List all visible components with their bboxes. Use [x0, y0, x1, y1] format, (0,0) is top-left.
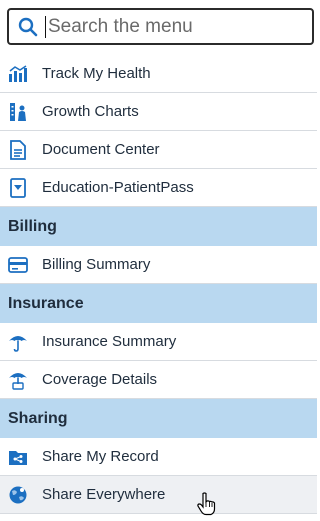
hand-pointer-cursor: [196, 492, 218, 516]
globe-share-icon: [8, 485, 28, 505]
menu-item-label: Document Center: [42, 141, 160, 158]
menu-item-coverage-details[interactable]: Coverage Details: [0, 361, 317, 399]
menu-item-label: Share My Record: [42, 448, 159, 465]
menu-item-label: Billing Summary: [42, 256, 151, 273]
menu-item-label: Growth Charts: [42, 103, 139, 120]
umbrella-details-icon: [8, 370, 28, 390]
section-header-billing: Billing: [0, 207, 317, 246]
search-input[interactable]: Search the menu: [48, 16, 193, 38]
umbrella-icon: [8, 332, 28, 352]
section-header-sharing: Sharing: [0, 399, 317, 438]
menu-item-label: Insurance Summary: [42, 333, 177, 350]
growth-chart-icon: [8, 102, 28, 122]
menu-item-share-everywhere[interactable]: Share Everywhere: [0, 476, 317, 514]
document-icon: [8, 139, 28, 160]
menu-item-label: Education-PatientPass: [42, 179, 194, 196]
search-icon: [13, 12, 43, 42]
menu-item-track-my-health[interactable]: Track My Health: [0, 55, 317, 93]
menu-item-education-patientpass[interactable]: Education-PatientPass: [0, 169, 317, 207]
menu-item-billing-summary[interactable]: Billing Summary: [0, 246, 317, 284]
menu-item-label: Share Everywhere: [42, 486, 166, 503]
share-folder-icon: [8, 447, 28, 467]
menu-item-share-my-record[interactable]: Share My Record: [0, 438, 317, 476]
text-caret: [45, 15, 46, 38]
menu-item-insurance-summary[interactable]: Insurance Summary: [0, 323, 317, 361]
menu-item-growth-charts[interactable]: Growth Charts: [0, 93, 317, 131]
credit-card-icon: [8, 255, 28, 275]
menu-list: Track My Health Growth Charts Document C…: [0, 55, 317, 514]
section-header-insurance: Insurance: [0, 284, 317, 323]
menu-item-label: Track My Health: [42, 65, 151, 82]
bookmark-shield-icon: [8, 177, 28, 198]
search-box[interactable]: Search the menu: [7, 8, 314, 45]
chart-bars-icon: [8, 64, 28, 84]
menu-item-label: Coverage Details: [42, 371, 158, 388]
menu-item-document-center[interactable]: Document Center: [0, 131, 317, 169]
